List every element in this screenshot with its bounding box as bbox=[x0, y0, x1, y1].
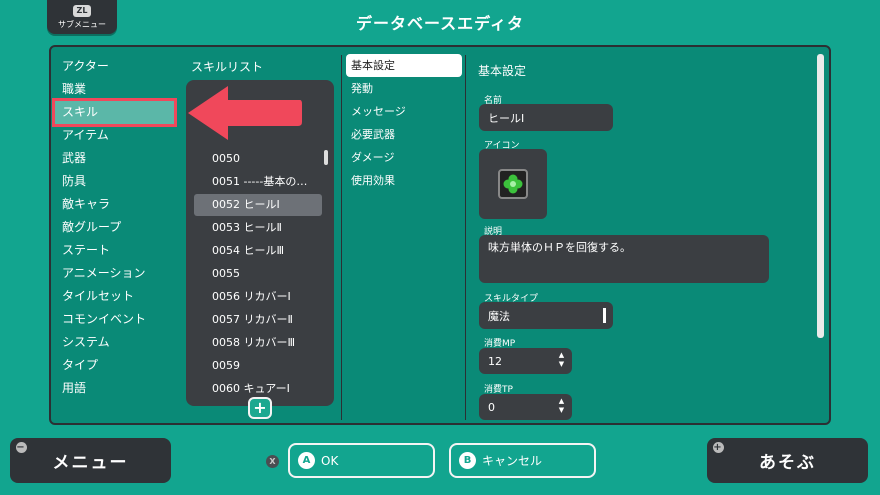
add-skill-button[interactable]: + bbox=[248, 397, 272, 419]
ok-button-label: OK bbox=[321, 453, 339, 468]
red-arrow-icon bbox=[188, 86, 302, 140]
description-value: 味方単体のＨＰを回復する。 bbox=[488, 241, 631, 254]
category-system[interactable]: システム bbox=[55, 331, 180, 354]
tab-invocation[interactable]: 発動 bbox=[346, 77, 462, 100]
skill-item-0055[interactable]: 0055 bbox=[194, 263, 322, 285]
category-state[interactable]: ステート bbox=[55, 239, 180, 262]
category-skill[interactable]: スキル bbox=[52, 98, 177, 127]
name-value: ヒールⅠ bbox=[488, 111, 525, 125]
a-key-icon: A bbox=[298, 452, 315, 469]
play-button[interactable]: + あそぶ bbox=[707, 438, 868, 483]
category-type[interactable]: タイプ bbox=[55, 354, 180, 377]
mp-cost-stepper[interactable]: 12 ▲ ▼ bbox=[479, 348, 572, 374]
category-common-event[interactable]: コモンイベント bbox=[55, 308, 180, 331]
skill-type-select[interactable]: 魔法 bbox=[479, 302, 613, 329]
plus-key-icon: + bbox=[713, 442, 724, 453]
detail-scrollbar[interactable] bbox=[817, 54, 824, 338]
tab-effects[interactable]: 使用効果 bbox=[346, 169, 462, 192]
menu-button-label: メニュー bbox=[52, 453, 129, 473]
skill-item-0056[interactable]: 0056 リカバーⅠ bbox=[194, 286, 322, 308]
page-title: データベースエディタ bbox=[355, 14, 525, 33]
category-tileset[interactable]: タイルセット bbox=[55, 285, 180, 308]
skill-item-0053[interactable]: 0053 ヒールⅡ bbox=[194, 217, 322, 239]
category-list: アクター 職業 スキル アイテム 武器 防具 敵キャラ 敵グループ ステート ア… bbox=[52, 55, 180, 400]
icon-picker[interactable] bbox=[479, 149, 547, 219]
category-weapon[interactable]: 武器 bbox=[55, 147, 180, 170]
category-animation[interactable]: アニメーション bbox=[55, 262, 180, 285]
skill-item-0050[interactable]: 0050 bbox=[194, 148, 322, 170]
stepper-arrows-icon: ▲ ▼ bbox=[558, 397, 565, 414]
category-actor[interactable]: アクター bbox=[55, 55, 180, 78]
settings-tab-list: 基本設定 発動 メッセージ 必要武器 ダメージ 使用効果 bbox=[346, 54, 462, 192]
column-divider-2 bbox=[465, 55, 466, 420]
tp-cost-value: 0 bbox=[488, 400, 495, 414]
tab-required-weapon[interactable]: 必要武器 bbox=[346, 123, 462, 146]
minus-key-icon: − bbox=[16, 442, 27, 453]
skill-list-header: スキルリスト bbox=[191, 60, 264, 74]
tab-basic-settings[interactable]: 基本設定 bbox=[346, 54, 462, 77]
stepper-arrows-icon: ▲ ▼ bbox=[558, 351, 565, 368]
tab-message[interactable]: メッセージ bbox=[346, 100, 462, 123]
column-divider-1 bbox=[341, 55, 342, 420]
skill-item-0051[interactable]: 0051 -----基本の… bbox=[194, 171, 322, 193]
skill-type-value: 魔法 bbox=[488, 309, 510, 323]
select-caret-icon bbox=[603, 308, 606, 323]
skill-item-0058[interactable]: 0058 リカバーⅢ bbox=[194, 332, 322, 354]
skill-item-0059[interactable]: 0059 bbox=[194, 355, 322, 377]
category-enemy[interactable]: 敵キャラ bbox=[55, 193, 180, 216]
ok-button[interactable]: A OK bbox=[288, 443, 435, 478]
cancel-button-label: キャンセル bbox=[482, 454, 543, 468]
cancel-button[interactable]: B キャンセル bbox=[449, 443, 596, 478]
skill-list-scroll-thumb[interactable] bbox=[324, 150, 328, 165]
category-terms[interactable]: 用語 bbox=[55, 377, 180, 400]
category-item[interactable]: アイテム bbox=[55, 124, 180, 147]
play-button-label: あそぶ bbox=[759, 453, 816, 473]
skill-item-0052[interactable]: 0052 ヒールⅠ bbox=[194, 194, 322, 216]
skill-item-0057[interactable]: 0057 リカバーⅡ bbox=[194, 309, 322, 331]
category-class[interactable]: 職業 bbox=[55, 78, 180, 101]
description-field[interactable]: 味方単体のＨＰを回復する。 bbox=[479, 235, 769, 283]
name-field[interactable]: ヒールⅠ bbox=[479, 104, 613, 131]
b-key-icon: B bbox=[459, 452, 476, 469]
category-armor[interactable]: 防具 bbox=[55, 170, 180, 193]
tab-damage[interactable]: ダメージ bbox=[346, 146, 462, 169]
skill-item-0054[interactable]: 0054 ヒールⅢ bbox=[194, 240, 322, 262]
category-troop[interactable]: 敵グループ bbox=[55, 216, 180, 239]
clover-icon bbox=[498, 169, 528, 199]
detail-title: 基本設定 bbox=[478, 64, 527, 78]
tp-cost-stepper[interactable]: 0 ▲ ▼ bbox=[479, 394, 572, 420]
x-key-icon: X bbox=[266, 455, 279, 468]
mp-cost-value: 12 bbox=[488, 354, 502, 368]
menu-button[interactable]: − メニュー bbox=[10, 438, 171, 483]
